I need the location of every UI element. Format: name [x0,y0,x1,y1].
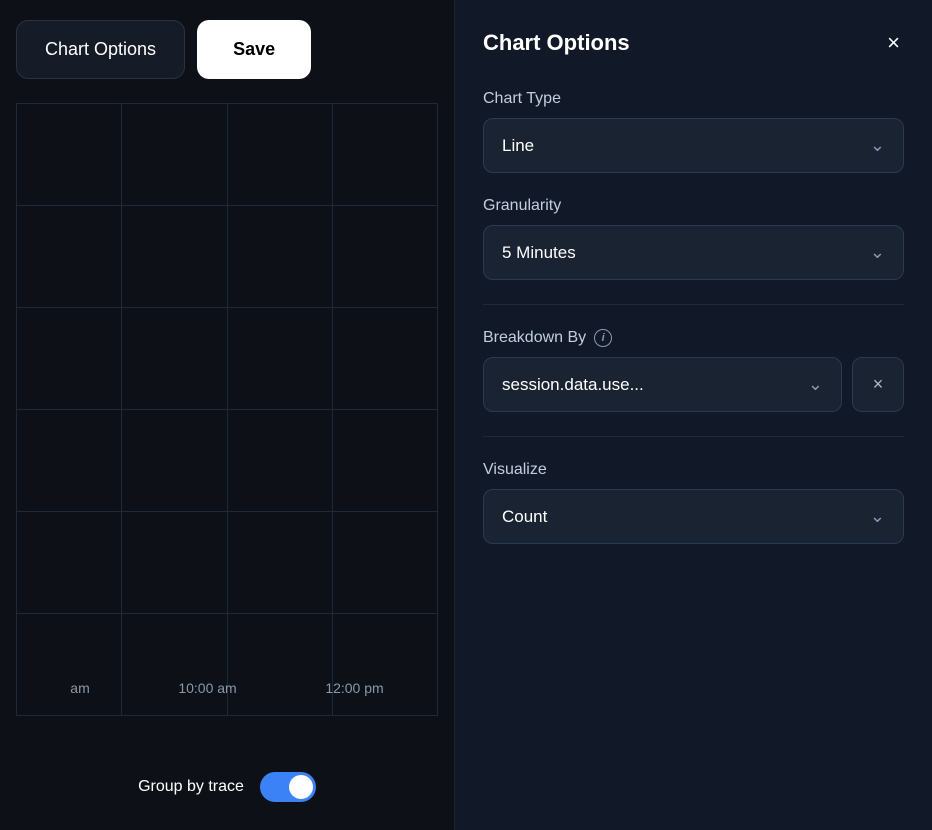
chart-grid: am 10:00 am 12:00 pm [16,103,438,756]
chart-type-select[interactable]: Line ⌄ [483,118,904,173]
save-button[interactable]: Save [197,20,311,79]
granularity-select[interactable]: 5 Minutes ⌄ [483,225,904,280]
visualize-value: Count [502,507,547,527]
chevron-down-icon: ⌄ [870,242,885,263]
x-label-12pm: 12:00 pm [325,680,383,696]
breakdown-label-row: Breakdown By i [483,329,904,347]
grid-line [121,103,122,716]
divider-2 [483,436,904,437]
bottom-controls: Group by trace [16,756,438,810]
chevron-down-icon: ⌄ [870,506,885,527]
toggle-knob [289,775,313,799]
chart-type-value: Line [502,136,534,156]
info-icon[interactable]: i [594,329,612,347]
close-button[interactable]: × [883,28,904,58]
x-label-am: am [70,680,89,696]
chart-type-label: Chart Type [483,90,904,108]
chevron-down-icon: ⌄ [808,374,823,395]
grid-line [16,103,17,716]
x-label-10am: 10:00 am [178,680,236,696]
grid-line [332,103,333,716]
granularity-value: 5 Minutes [502,243,576,263]
group-by-trace-toggle[interactable] [260,772,316,802]
chart-options-button[interactable]: Chart Options [16,20,185,79]
top-buttons: Chart Options Save [16,20,438,79]
left-panel: Chart Options Save [0,0,455,830]
group-by-trace-label: Group by trace [138,778,244,796]
breakdown-by-label: Breakdown By [483,329,586,347]
x-axis-labels: am 10:00 am 12:00 pm [16,680,438,696]
panel-header: Chart Options × [483,28,904,58]
panel-title: Chart Options [483,30,630,56]
app-container: Chart Options Save [0,0,932,830]
breakdown-select-row: session.data.use... ⌄ × [483,357,904,412]
visualize-select[interactable]: Count ⌄ [483,489,904,544]
breakdown-by-select[interactable]: session.data.use... ⌄ [483,357,842,412]
grid-line [227,103,228,716]
breakdown-clear-button[interactable]: × [852,357,904,412]
visualize-label: Visualize [483,461,904,479]
chart-area: am 10:00 am 12:00 pm [16,103,438,756]
divider [483,304,904,305]
chevron-down-icon: ⌄ [870,135,885,156]
breakdown-by-value: session.data.use... [502,375,644,395]
grid-lines-vertical [16,103,438,716]
granularity-label: Granularity [483,197,904,215]
grid-line [437,103,438,716]
right-panel: Chart Options × Chart Type Line ⌄ Granul… [455,0,932,830]
